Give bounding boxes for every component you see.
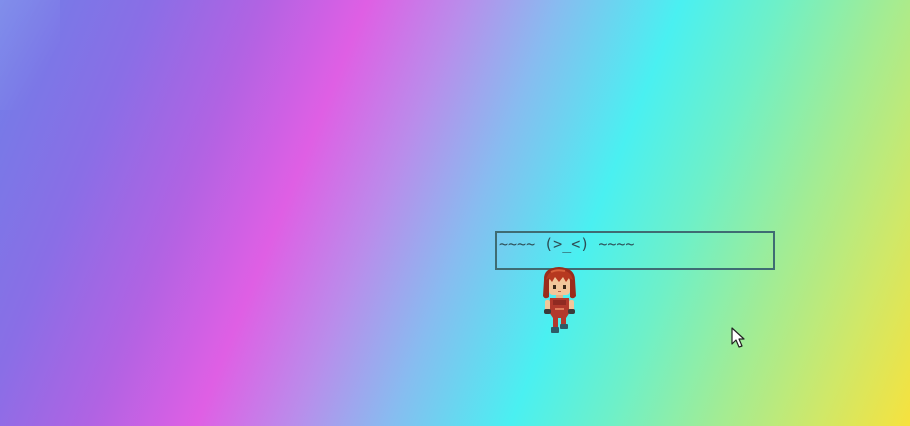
speech-bubble: ~~~~ (>_<) ~~~~: [495, 231, 775, 270]
speech-bubble-text: ~~~~ (>_<) ~~~~: [499, 235, 635, 253]
player-character[interactable]: [539, 266, 579, 336]
pointer-arrow-icon: [731, 327, 745, 349]
background-light-streak: [0, 0, 60, 110]
game-stage[interactable]: ~~~~ (>_<) ~~~~: [0, 0, 910, 426]
character-sprite-icon: [543, 267, 576, 333]
